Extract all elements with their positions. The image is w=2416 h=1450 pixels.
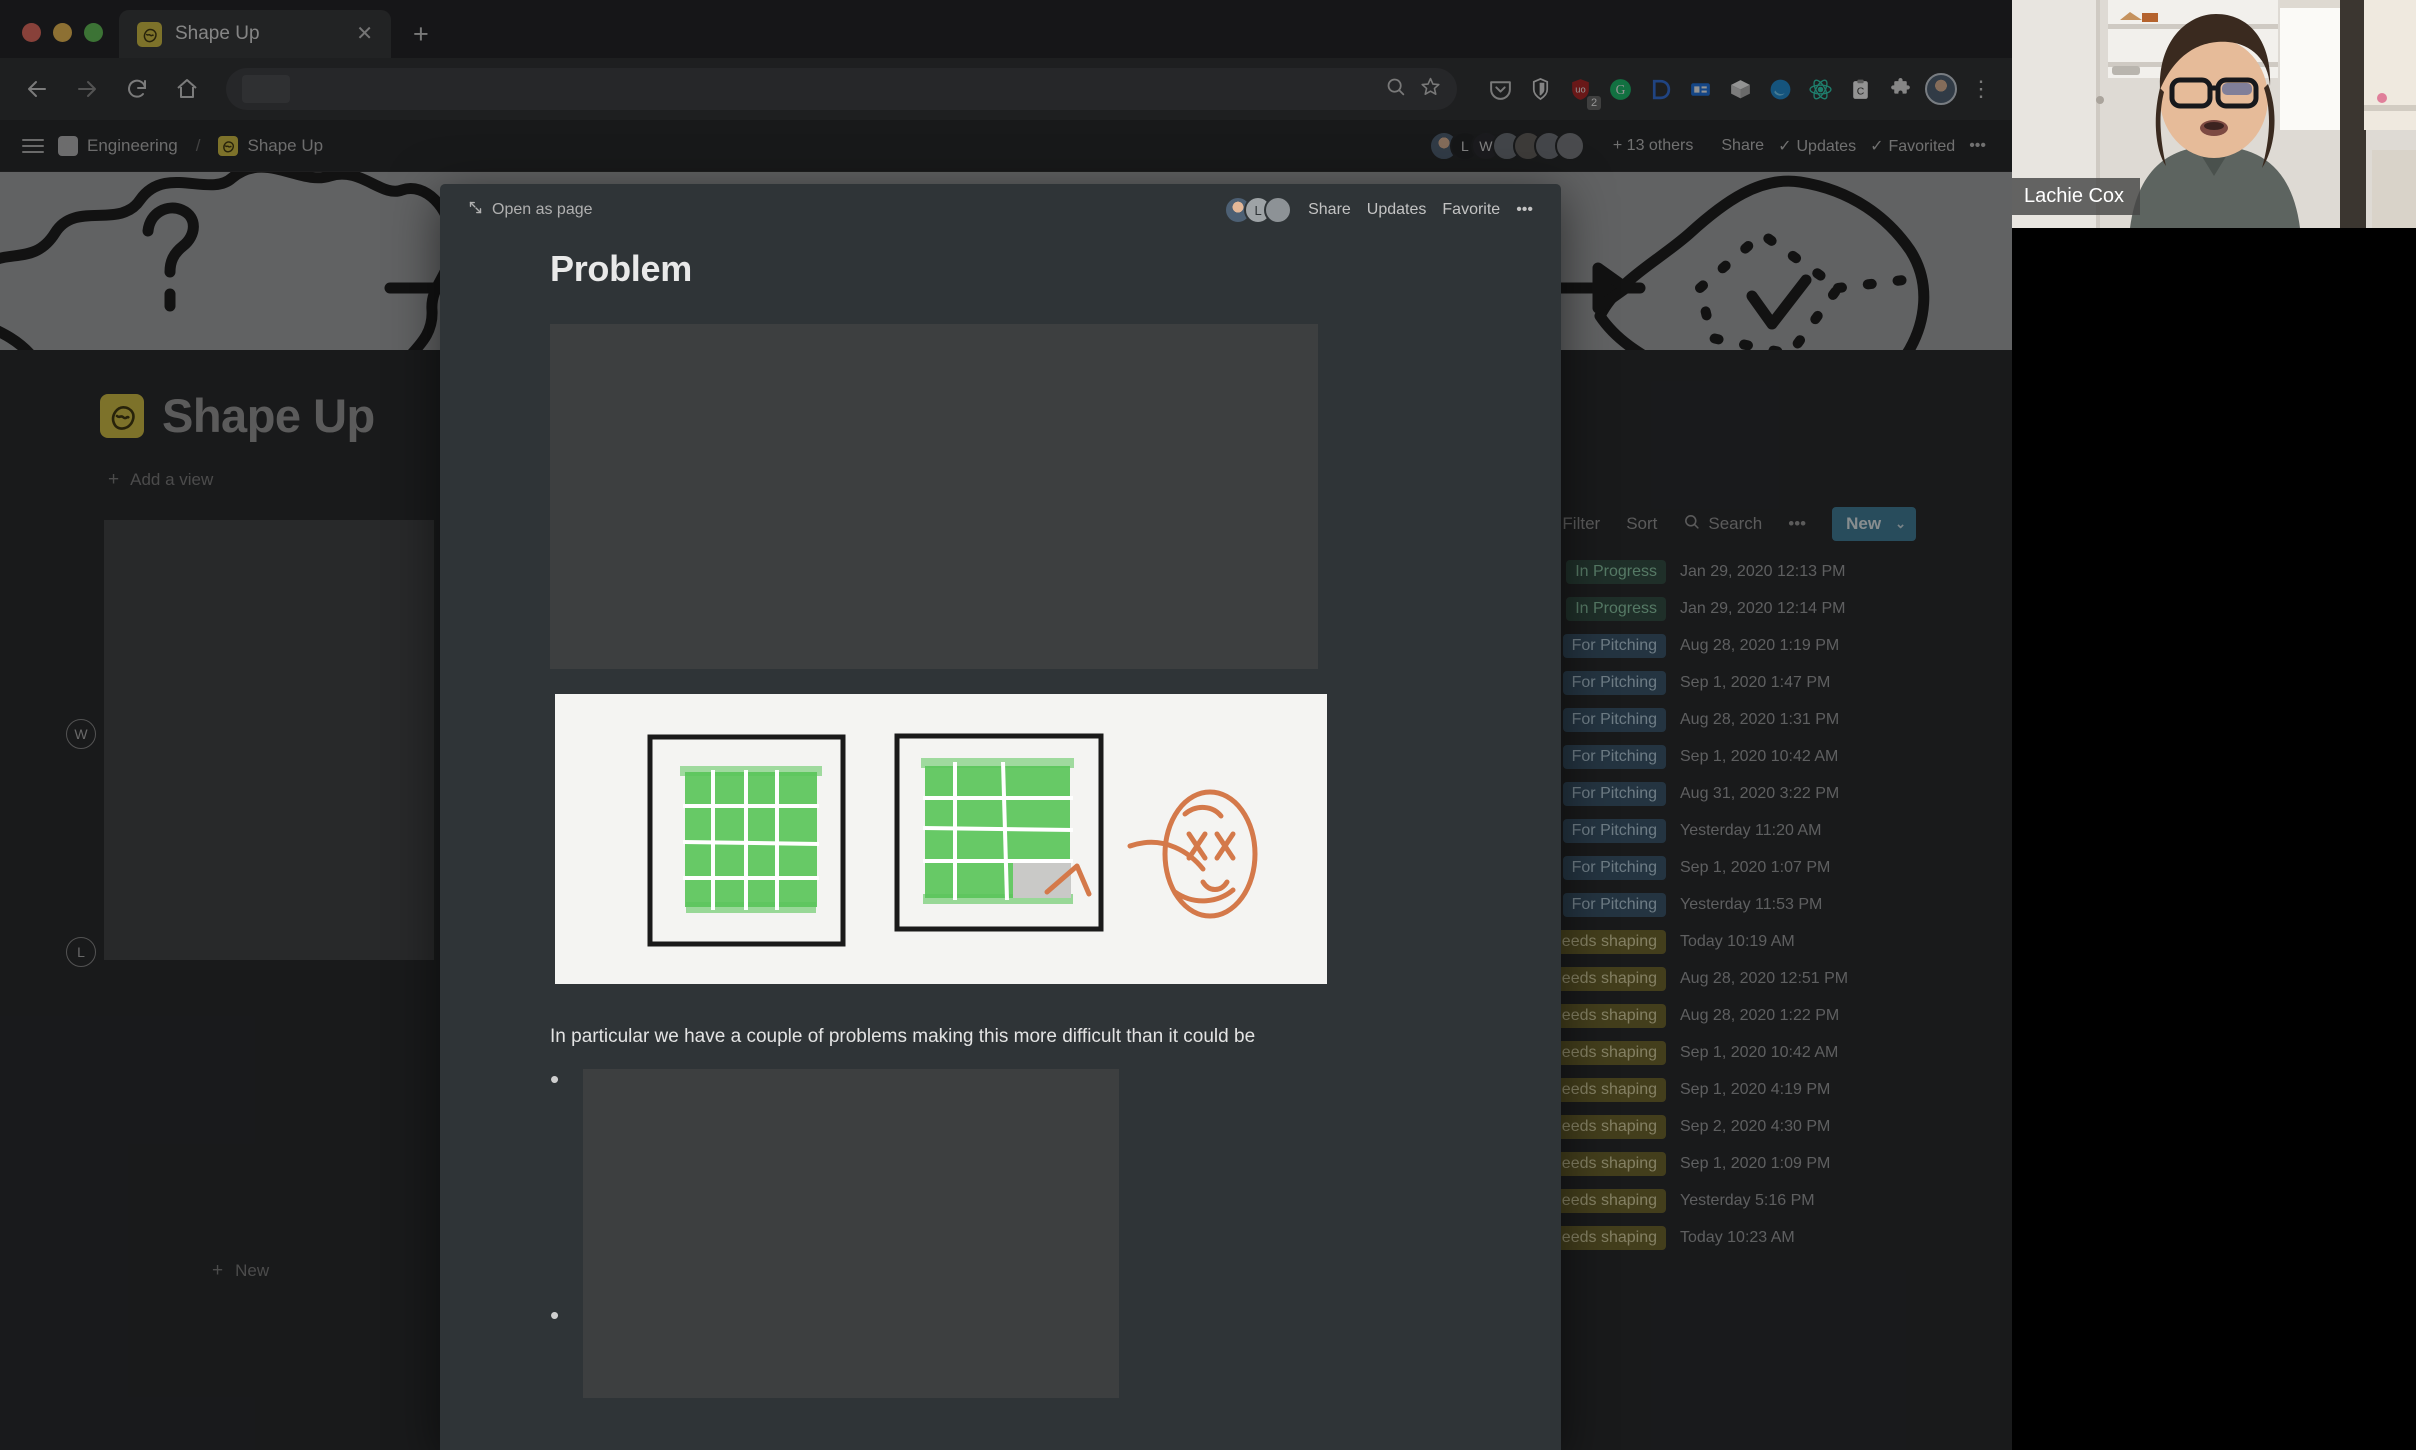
loading-placeholder-block (550, 324, 1318, 669)
modal-facepile[interactable]: L (1224, 196, 1293, 224)
webcam-video[interactable]: Lachie Cox (2012, 0, 2416, 228)
loading-placeholder-block (583, 1069, 1119, 1187)
bulleted-list-item: • (550, 1186, 1561, 1398)
whiteboard-sketch-image (555, 694, 1327, 984)
modal-avatar-3[interactable] (1264, 196, 1293, 224)
page-peek-modal: Open as page L Share Updates Favorite ••… (440, 184, 1561, 1450)
modal-favorite-button[interactable]: Favorite (1442, 201, 1500, 219)
webcam-overlay: Lachie Cox (2012, 0, 2416, 1450)
modal-updates-button[interactable]: Updates (1367, 201, 1427, 219)
cut-off-list-item (583, 1407, 1561, 1421)
modal-paragraph: In particular we have a couple of proble… (550, 1026, 1256, 1047)
bullet-icon: • (550, 1300, 560, 1330)
expand-arrows-icon (468, 200, 483, 220)
modal-more-menu[interactable]: ••• (1516, 201, 1533, 219)
bulleted-list-item: • (550, 1064, 1561, 1187)
modal-content: Problem In particular we have a couple o… (440, 236, 1561, 1421)
modal-page-title: Problem (550, 248, 692, 289)
sketch-svg (555, 694, 1327, 984)
loading-placeholder-block (583, 1186, 1119, 1398)
modal-share-button[interactable]: Share (1308, 201, 1351, 219)
webcam-participant-name: Lachie Cox (2012, 178, 2141, 215)
bullet-icon: • (550, 1064, 560, 1094)
modal-toolbar: Open as page L Share Updates Favorite ••… (440, 184, 1561, 236)
open-as-page-button[interactable]: Open as page (468, 200, 593, 220)
browser-window: Shape Up ✕ + uo 2 G C ⋮ 🏗 Engineering / … (0, 0, 2012, 1450)
open-as-page-label: Open as page (492, 201, 593, 218)
screen-root: Shape Up ✕ + uo 2 G C ⋮ 🏗 Engineering / … (0, 0, 2416, 1450)
